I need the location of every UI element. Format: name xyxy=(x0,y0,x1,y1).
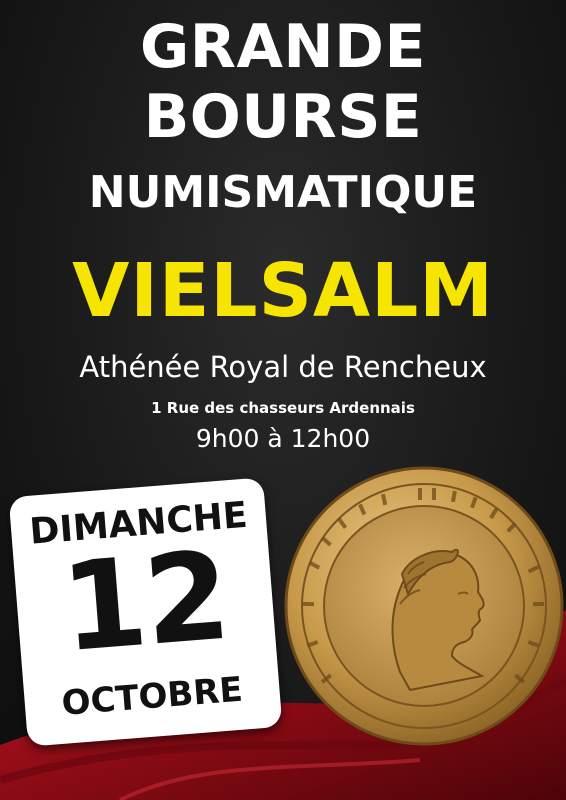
date-day: 12 xyxy=(56,524,233,680)
poster: GRANDE BOURSE NUMISMATIQUE VIELSALM Athé… xyxy=(0,0,566,800)
gold-medal-image xyxy=(284,466,564,746)
title-line-2: BOURSE xyxy=(143,82,423,152)
city-name: VIELSALM xyxy=(72,248,494,334)
venue-name: Athénée Royal de Rencheux xyxy=(79,350,487,384)
venue-address: 1 Rue des chasseurs Ardennais xyxy=(151,399,415,417)
title-line-3: NUMISMATIQUE xyxy=(88,167,478,218)
opening-hours: 9h00 à 12h00 xyxy=(195,424,371,453)
date-card: DIMANCHE 12 OCTOBRE xyxy=(8,477,283,747)
title-line-1: GRANDE xyxy=(140,12,426,82)
